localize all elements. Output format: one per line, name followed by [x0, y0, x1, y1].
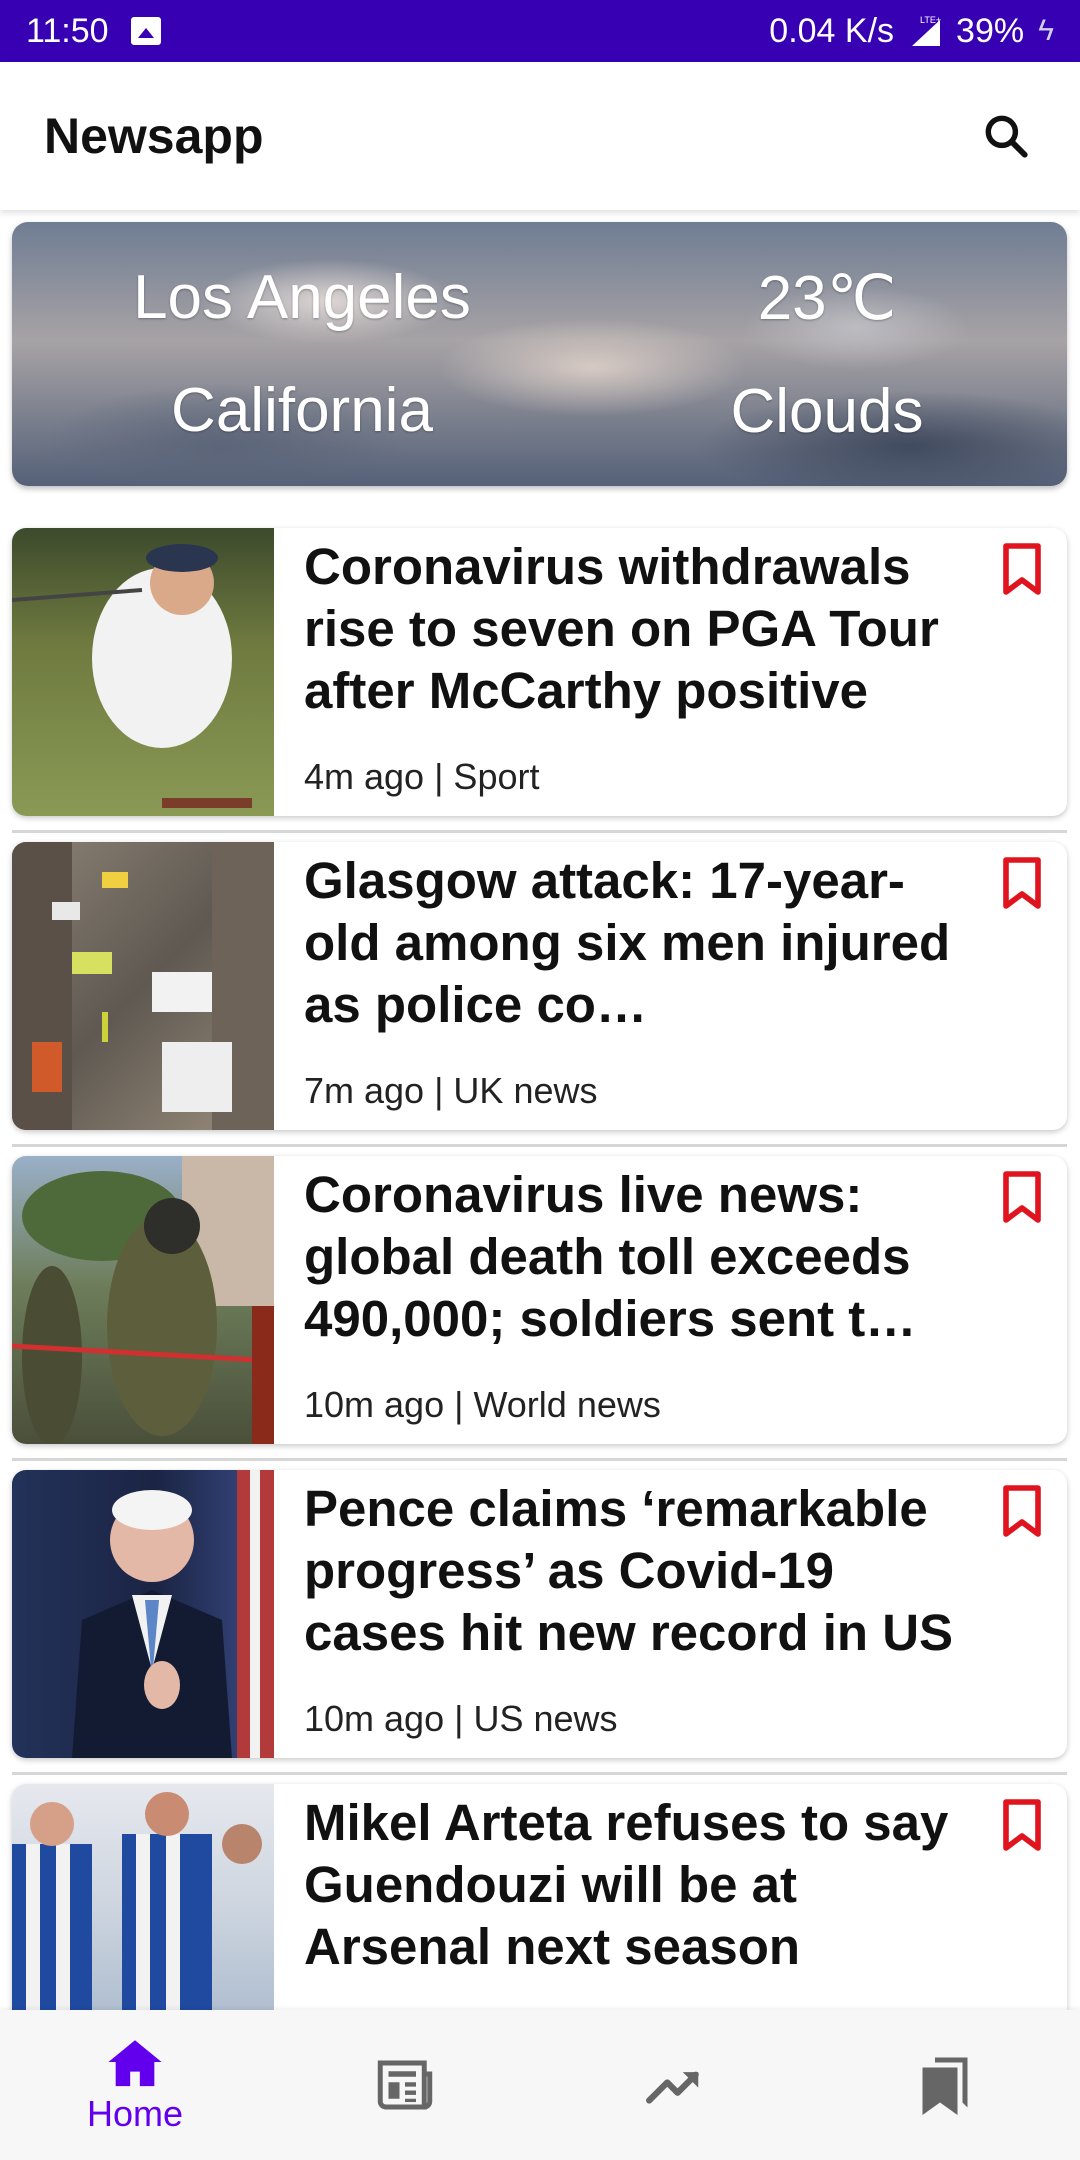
- bookmark-outline-icon[interactable]: [997, 856, 1047, 912]
- battery-level: 39%: [956, 11, 1025, 50]
- nav-item-bookmarks[interactable]: [810, 2010, 1080, 2160]
- article-thumbnail: [12, 1470, 274, 1758]
- article-body: Coronavirus live news: global death toll…: [274, 1156, 1067, 1444]
- weather-city: Los Angeles: [133, 263, 471, 332]
- article-body: Coronavirus withdrawals rise to seven on…: [274, 528, 1067, 816]
- article-meta: 10m ago | US news: [304, 1698, 618, 1739]
- app-bar: Newsapp: [0, 62, 1080, 210]
- article-headline: Glasgow attack: 17-year-old among six me…: [304, 852, 951, 1033]
- nav-item-trending[interactable]: [540, 2010, 810, 2160]
- news-card[interactable]: Coronavirus withdrawals rise to seven on…: [12, 528, 1067, 816]
- newspaper-icon: [377, 2060, 433, 2110]
- app-title: Newsapp: [44, 108, 264, 164]
- nav-item-home[interactable]: Home: [0, 2010, 270, 2160]
- divider: [12, 830, 1067, 833]
- weather-conditions: 23℃ Clouds: [612, 222, 1042, 486]
- article-thumbnail: [12, 842, 274, 1130]
- nav-item-headlines[interactable]: [270, 2010, 540, 2160]
- bookmarks-icon: [922, 2057, 968, 2115]
- bookmark-outline-icon[interactable]: [997, 542, 1047, 598]
- weather-condition: Clouds: [730, 377, 924, 446]
- search-icon: [985, 115, 1028, 158]
- status-bar: 11:50 0.04 K/s LTE+ 39% ϟ: [0, 0, 1080, 62]
- article-headline: Coronavirus withdrawals rise to seven on…: [304, 538, 939, 719]
- article-body: Glasgow attack: 17-year-old among six me…: [274, 842, 1067, 1130]
- trending-icon: [646, 2071, 699, 2104]
- article-headline: Coronavirus live news: global death toll…: [304, 1166, 917, 1347]
- article-thumbnail: [12, 1156, 274, 1444]
- bookmark-outline-icon[interactable]: [997, 1484, 1047, 1540]
- divider: [12, 1772, 1067, 1775]
- nav-item-label: Home: [86, 2093, 184, 2134]
- article-meta: 7m ago | UK news: [304, 1070, 598, 1111]
- weather-location: Los Angeles California: [42, 222, 562, 486]
- divider: [12, 1458, 1067, 1461]
- news-card[interactable]: Pence claims ‘remarkable progress’ as Co…: [12, 1470, 1067, 1758]
- signal-icon: LTE+: [912, 15, 941, 46]
- divider: [12, 1144, 1067, 1147]
- status-time: 11:50: [26, 11, 109, 50]
- network-speed: 0.04 K/s: [769, 11, 895, 50]
- article-headline: Mikel Arteta refuses to say Guendouzi wi…: [304, 1794, 949, 1975]
- image-icon: [130, 17, 161, 45]
- news-card[interactable]: Glasgow attack: 17-year-old among six me…: [12, 842, 1067, 1130]
- home-icon: [108, 2040, 162, 2087]
- battery-charging-icon: ϟ: [1038, 14, 1054, 47]
- search-button[interactable]: [976, 106, 1036, 166]
- article-meta: 4m ago | Sport: [304, 756, 540, 797]
- article-body: Pence claims ‘remarkable progress’ as Co…: [274, 1470, 1067, 1758]
- weather-card[interactable]: Los Angeles California 23℃ Clouds: [12, 222, 1067, 486]
- bottom-navigation: Home: [0, 2010, 1080, 2160]
- article-meta: 10m ago | World news: [304, 1384, 661, 1425]
- weather-region: California: [171, 376, 433, 445]
- article-headline: Pence claims ‘remarkable progress’ as Co…: [304, 1480, 954, 1661]
- article-thumbnail: [12, 528, 274, 816]
- bookmark-outline-icon[interactable]: [997, 1170, 1047, 1226]
- bookmark-outline-icon[interactable]: [997, 1798, 1047, 1854]
- weather-temperature: 23℃: [757, 264, 897, 333]
- news-card[interactable]: Coronavirus live news: global death toll…: [12, 1156, 1067, 1444]
